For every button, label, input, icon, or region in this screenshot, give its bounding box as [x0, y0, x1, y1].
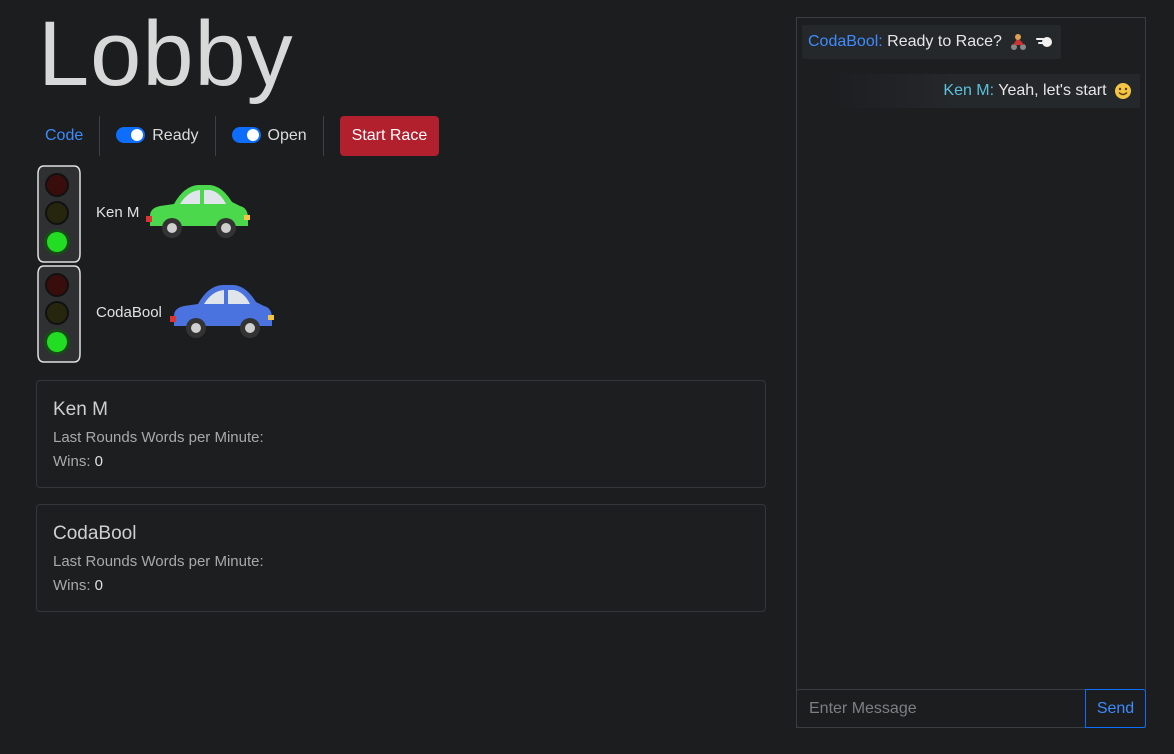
player-name: CodaBool — [53, 523, 137, 544]
ready-label: Ready — [152, 127, 199, 144]
racer-name: Ken M — [96, 204, 140, 221]
send-button[interactable]: Send — [1085, 689, 1146, 728]
wpm-row: Last Rounds Words per Minute: — [53, 550, 749, 574]
chat-input-row: Send — [796, 689, 1146, 728]
page-title: Lobby — [38, 3, 294, 105]
wins-value: 0 — [94, 577, 104, 594]
racer-name: CodaBool — [96, 304, 162, 321]
toolbar-divider — [322, 116, 324, 156]
wins-label: Wins: — [53, 577, 91, 594]
lobby-panel: Lobby Code Ready Open Start Race Ken M C… — [0, 0, 780, 754]
message-text: Ready to Race? — [887, 33, 1002, 50]
racer-row: CodaBool — [36, 264, 436, 364]
start-race-button[interactable]: Start Race — [339, 116, 440, 156]
wpm-label: Last Rounds Words per Minute: — [53, 429, 264, 446]
open-switch[interactable] — [231, 127, 261, 143]
ready-toggle[interactable]: Ready — [100, 116, 214, 156]
car-icon — [170, 285, 274, 338]
player-name: Ken M — [53, 399, 108, 420]
code-item: Code — [36, 116, 99, 156]
traffic-light-icon — [37, 265, 81, 363]
wpm-label: Last Rounds Words per Minute: — [53, 553, 264, 570]
wins-label: Wins: — [53, 453, 91, 470]
switch-knob — [131, 129, 144, 141]
racer-icon — [1011, 33, 1027, 50]
open-label: Open — [267, 127, 307, 144]
chat-message: Ken M: Yeah, let's start — [833, 74, 1140, 108]
smile-icon — [1115, 82, 1131, 99]
wins-row: Wins: 0 — [53, 574, 749, 598]
chat-panel: CodaBool: Ready to Race? Ken M: Yeah, le… — [796, 17, 1146, 728]
dash-icon — [1035, 36, 1052, 47]
traffic-light-icon — [37, 165, 81, 263]
chat-message: CodaBool: Ready to Race? — [802, 25, 1061, 59]
wins-row: Wins: 0 — [53, 450, 749, 474]
ready-switch[interactable] — [116, 127, 146, 143]
message-input[interactable] — [796, 689, 1085, 728]
player-stats-card: CodaBool Last Rounds Words per Minute: W… — [36, 504, 766, 612]
switch-knob — [246, 129, 259, 141]
wins-value: 0 — [94, 453, 104, 470]
car-icon — [146, 185, 250, 238]
player-stats-card: Ken M Last Rounds Words per Minute: Wins… — [36, 380, 766, 488]
wpm-row: Last Rounds Words per Minute: — [53, 426, 749, 450]
message-text: Yeah, let's start — [998, 82, 1107, 99]
open-toggle[interactable]: Open — [216, 116, 323, 156]
racer-row: Ken M — [36, 164, 436, 264]
message-sender: Ken M: — [943, 82, 995, 99]
lobby-toolbar: Code Ready Open Start Race — [36, 116, 440, 156]
code-link[interactable]: Code — [45, 127, 83, 145]
message-sender: CodaBool: — [808, 33, 883, 50]
